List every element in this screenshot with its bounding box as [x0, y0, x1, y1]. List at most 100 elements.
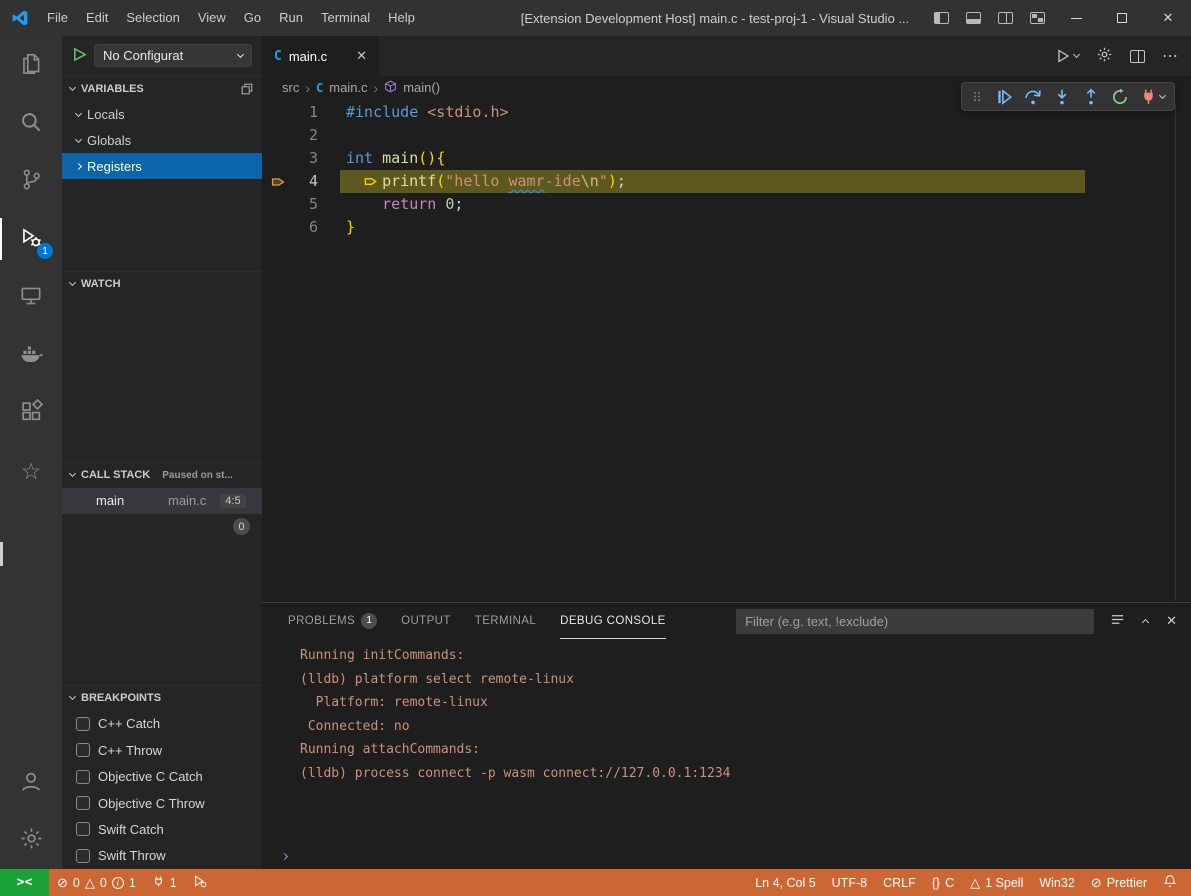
console-menu-icon[interactable]	[1110, 612, 1125, 630]
maximize-panel-icon[interactable]	[1142, 619, 1149, 626]
sidebar-item-explorer[interactable]	[0, 36, 62, 94]
call-stack-frame[interactable]: main main.c 4:5	[62, 488, 262, 514]
notifications-button[interactable]	[1155, 869, 1185, 896]
menu-go[interactable]: Go	[235, 0, 270, 36]
checkbox-unchecked[interactable]	[76, 822, 90, 836]
call-stack-section-header[interactable]: CALL STACK Paused on st...	[62, 462, 262, 488]
continue-icon[interactable]	[995, 88, 1013, 106]
menu-terminal[interactable]: Terminal	[312, 0, 379, 36]
platform-indicator[interactable]: Win32	[1031, 869, 1082, 896]
restart-icon[interactable]	[1111, 88, 1129, 106]
close-window-button[interactable]: ✕	[1145, 0, 1191, 36]
gutter-glyph[interactable]	[262, 147, 296, 170]
breakpoint-objc-throw[interactable]: Objective C Throw	[62, 790, 262, 816]
minimize-button[interactable]	[1053, 0, 1099, 36]
spell-checker-status[interactable]: △ 1 Spell	[962, 869, 1031, 896]
encoding-indicator[interactable]: UTF-8	[824, 869, 875, 896]
prettier-status[interactable]: ⊘ Prettier	[1083, 869, 1155, 896]
sidebar-item-wamr-ide[interactable]: ☆	[0, 442, 62, 500]
start-debugging-icon[interactable]	[72, 47, 87, 65]
circle-slash-icon: ⊘	[1091, 876, 1102, 889]
breakpoints-section-header[interactable]: BREAKPOINTS	[62, 685, 262, 711]
accounts-button[interactable]	[0, 753, 62, 811]
checkbox-unchecked[interactable]	[76, 743, 90, 757]
token: <stdio.h>	[418, 101, 508, 124]
toolbar-grip-icon[interactable]	[971, 89, 984, 104]
tab-terminal[interactable]: TERMINAL	[475, 604, 536, 639]
run-file-button[interactable]	[1055, 48, 1079, 64]
breakpoint-cpp-throw[interactable]: C++ Throw	[62, 737, 262, 763]
checkbox-unchecked[interactable]	[76, 717, 90, 731]
language-indicator[interactable]: {} C	[924, 869, 962, 896]
menu-selection[interactable]: Selection	[117, 0, 188, 36]
breadcrumb-symbol[interactable]: main()	[403, 80, 440, 95]
menu-help[interactable]: Help	[379, 0, 424, 36]
breadcrumb-file[interactable]: main.c	[329, 80, 367, 95]
debug-console-output[interactable]: Running initCommands: (lldb) platform se…	[262, 639, 1191, 843]
breakpoint-swift-throw[interactable]: Swift Throw	[62, 843, 262, 869]
call-stack-badge: 0	[233, 518, 250, 535]
console-filter-input[interactable]	[736, 609, 1094, 634]
sidebar-item-remote-explorer[interactable]	[0, 268, 62, 326]
menu-file[interactable]: File	[38, 0, 77, 36]
close-panel-icon[interactable]: ✕	[1166, 613, 1177, 629]
step-into-icon[interactable]	[1053, 88, 1071, 106]
breakpoint-label: Swift Catch	[98, 822, 164, 837]
breakpoint-swift-catch[interactable]: Swift Catch	[62, 816, 262, 842]
more-actions-icon[interactable]: ⋯	[1162, 46, 1179, 66]
misspelled-word: wamr	[509, 170, 545, 193]
variables-item-registers[interactable]: Registers	[62, 153, 262, 179]
menu-edit[interactable]: Edit	[77, 0, 117, 36]
toggle-secondary-sidebar-icon[interactable]	[998, 12, 1013, 24]
close-tab-icon[interactable]: ✕	[356, 48, 367, 64]
eol-indicator[interactable]: CRLF	[875, 869, 924, 896]
checkbox-unchecked[interactable]	[76, 770, 90, 784]
cursor-position[interactable]: Ln 4, Col 5	[747, 869, 823, 896]
tab-output[interactable]: OUTPUT	[401, 604, 451, 639]
tab-problems[interactable]: PROBLEMS 1	[288, 604, 377, 639]
debug-configuration-dropdown[interactable]: No Configurat	[94, 44, 252, 67]
tab-main-c[interactable]: C main.c ✕	[262, 36, 379, 76]
configure-gear-icon[interactable]	[1096, 46, 1113, 66]
gutter-glyph[interactable]	[262, 101, 296, 124]
ports-status[interactable]: 1	[144, 869, 185, 896]
debug-stackframe-icon[interactable]	[262, 170, 296, 193]
step-out-icon[interactable]	[1082, 88, 1100, 106]
step-over-icon[interactable]	[1024, 88, 1042, 106]
tab-debug-console[interactable]: DEBUG CONSOLE	[560, 604, 666, 639]
sidebar-item-search[interactable]	[0, 94, 62, 152]
disconnect-button[interactable]	[1140, 88, 1165, 105]
menu-view[interactable]: View	[189, 0, 235, 36]
checkbox-unchecked[interactable]	[76, 849, 90, 863]
problems-status[interactable]: ⊘ 0 △ 0 i 1	[49, 869, 144, 896]
customize-layout-icon[interactable]	[1030, 12, 1045, 24]
token: int	[346, 147, 382, 170]
sidebar-item-run-and-debug[interactable]: 1	[0, 210, 62, 268]
variables-section-header[interactable]: VARIABLES	[62, 76, 262, 102]
remote-indicator[interactable]: ><	[0, 869, 49, 896]
menu-run[interactable]: Run	[270, 0, 312, 36]
breadcrumb-folder[interactable]: src	[282, 80, 299, 95]
maximize-button[interactable]	[1099, 0, 1145, 36]
toggle-panel-icon[interactable]	[966, 12, 981, 24]
watch-section-header[interactable]: WATCH	[62, 271, 262, 297]
breakpoint-cpp-catch[interactable]: C++ Catch	[62, 711, 262, 737]
toggle-sidebar-icon[interactable]	[934, 12, 949, 24]
gutter-glyph[interactable]	[262, 124, 296, 147]
sidebar-item-extensions[interactable]	[0, 384, 62, 442]
gutter-glyph[interactable]	[262, 216, 296, 239]
sidebar-item-source-control[interactable]	[0, 152, 62, 210]
sidebar-item-docker[interactable]	[0, 326, 62, 384]
split-editor-icon[interactable]	[1130, 50, 1145, 63]
variables-item-locals[interactable]: Locals	[62, 102, 262, 128]
prettier-label: Prettier	[1107, 876, 1147, 890]
collapse-all-icon[interactable]	[240, 82, 254, 96]
debug-console-input[interactable]	[262, 843, 1191, 869]
variables-item-globals[interactable]: Globals	[62, 128, 262, 154]
manage-button[interactable]	[0, 811, 62, 869]
checkbox-unchecked[interactable]	[76, 796, 90, 810]
debug-status[interactable]	[185, 869, 215, 896]
breakpoint-objc-catch[interactable]: Objective C Catch	[62, 764, 262, 790]
code-editor[interactable]: 1 #include <stdio.h> 2 3 int main(){ 4	[262, 99, 1191, 602]
gutter-glyph[interactable]	[262, 193, 296, 216]
